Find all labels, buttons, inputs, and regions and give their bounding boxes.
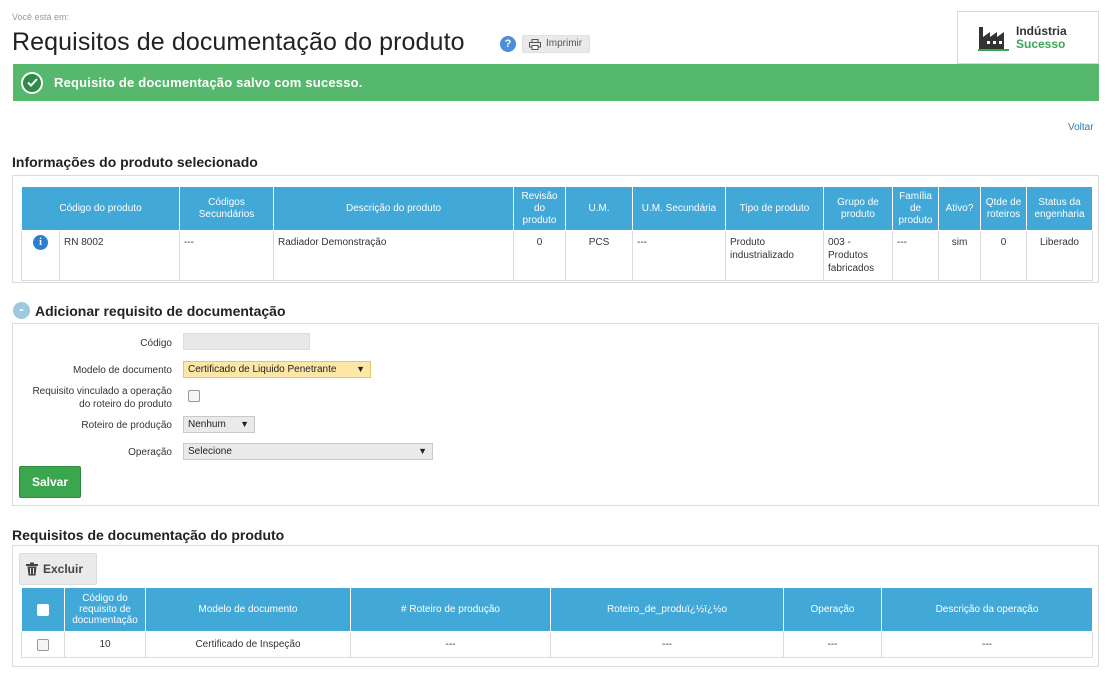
roteiro-select[interactable]: Nenhum ▼ <box>183 416 255 433</box>
cell-ativo: sim <box>938 230 982 281</box>
col-codigos-secundarios[interactable]: Códigos Secundários <box>179 186 275 231</box>
alert-message: Requisito de documentação salvo com suce… <box>54 75 363 90</box>
operacao-select[interactable]: Selecione ▼ <box>183 443 433 460</box>
cell-um-secundaria: --- <box>632 230 727 281</box>
col-um-secundaria[interactable]: U.M. Secundária <box>632 186 727 231</box>
save-button[interactable]: Salvar <box>19 466 81 498</box>
cell-codigos-secundarios: --- <box>179 230 275 281</box>
cell-num-roteiro: --- <box>350 631 551 658</box>
col-tipo-produto[interactable]: Tipo de produto <box>725 186 825 231</box>
breadcrumb: Você está em: <box>12 12 70 22</box>
select-all-checkbox[interactable] <box>37 603 49 616</box>
cell-codigo-requisito: 10 <box>64 631 146 658</box>
add-requirement-panel <box>12 323 1099 506</box>
printer-icon <box>529 38 541 50</box>
vinculado-label-line-1: Requisito vinculado a operação <box>32 386 172 397</box>
print-button[interactable]: Imprimir <box>522 35 591 53</box>
col-num-roteiro[interactable]: # Roteiro de produção <box>350 587 551 632</box>
print-label: Imprimir <box>546 38 583 49</box>
add-requirement-title: Adicionar requisito de documentação <box>35 303 286 319</box>
cell-operacao: --- <box>783 631 882 658</box>
col-status-engenharia[interactable]: Status da engenharia <box>1026 186 1094 231</box>
vinculado-label: Requisito vinculado a operação do roteir… <box>12 385 172 411</box>
requirements-table: Código do requisito de documentação Mode… <box>21 587 1093 658</box>
vinculado-label-line-2: do roteiro do produto <box>79 399 172 410</box>
col-um[interactable]: U.M. <box>565 186 634 231</box>
back-link[interactable]: Voltar <box>1068 122 1094 133</box>
col-familia-produto[interactable]: Família de produto <box>892 186 940 231</box>
cell-revisao: 0 <box>513 230 567 281</box>
logo-line-2: Sucesso <box>1016 36 1066 51</box>
info-icon[interactable]: i <box>33 235 48 250</box>
col-codigo-produto[interactable]: Código do produto <box>20 186 181 231</box>
col-operacao[interactable]: Operação <box>783 587 882 632</box>
col-codigo-requisito[interactable]: Código do requisito de documentação <box>64 587 146 632</box>
delete-label: Excluir <box>43 562 84 576</box>
product-info-title: Informações do produto selecionado <box>12 154 258 170</box>
table-row: i RN 8002 --- Radiador Demonstração 0 PC… <box>21 230 1094 281</box>
col-roteiro[interactable]: Roteiro_de_produï¿½ï¿½o <box>550 587 784 632</box>
collapse-icon[interactable]: - <box>13 302 30 319</box>
row-checkbox[interactable] <box>37 638 49 651</box>
col-descricao-produto[interactable]: Descrição do produto <box>273 186 515 231</box>
roteiro-value: Nenhum <box>188 419 226 430</box>
col-grupo-produto[interactable]: Grupo de produto <box>823 186 894 231</box>
operacao-value: Selecione <box>188 446 232 457</box>
cell-status: Liberado <box>1026 230 1094 281</box>
vinculado-checkbox[interactable] <box>188 390 200 402</box>
operacao-label: Operação <box>128 447 172 458</box>
roteiro-label: Roteiro de produção <box>81 420 172 431</box>
cell-roteiro: --- <box>550 631 784 658</box>
cell-grupo: 003 - Produtos fabricados <box>823 230 894 281</box>
product-info-panel: Código do produto Códigos Secundários De… <box>12 175 1099 283</box>
cell-um: PCS <box>565 230 634 281</box>
cell-descricao: Radiador Demonstração <box>273 230 515 281</box>
page-title: Requisitos de documentação do produto <box>12 28 465 56</box>
col-descricao-operacao[interactable]: Descrição da operação <box>881 587 1093 632</box>
logo-line-1: Indústria <box>1016 23 1067 38</box>
requirements-panel: Código do requisito de documentação Mode… <box>12 545 1099 667</box>
modelo-label: Modelo de documento <box>73 365 172 376</box>
delete-button[interactable]: Excluir <box>19 553 97 585</box>
cell-tipo: Produto industrializado <box>725 230 825 281</box>
table-row: 10 Certificado de Inspeção --- --- --- -… <box>21 631 1093 658</box>
cell-modelo: Certificado de Inspeção <box>145 631 351 658</box>
codigo-input[interactable] <box>183 333 310 350</box>
product-info-table: Código do produto Códigos Secundários De… <box>20 186 1094 281</box>
col-modelo-documento[interactable]: Modelo de documento <box>145 587 351 632</box>
caret-down-icon: ▼ <box>240 419 249 429</box>
col-ativo[interactable]: Ativo? <box>938 186 982 231</box>
trash-icon <box>26 562 38 576</box>
caret-down-icon: ▼ <box>356 364 365 374</box>
modelo-value: Certificado de Liquido Penetrante <box>188 364 337 375</box>
company-logo: Indústria Sucesso <box>957 11 1099 64</box>
col-revisao-produto[interactable]: Revisão do produto <box>513 186 567 231</box>
codigo-label: Código <box>140 338 172 349</box>
requirements-title: Requisitos de documentação do produto <box>12 527 285 543</box>
cell-descricao-operacao: --- <box>881 631 1093 658</box>
cell-qtde-roteiros: 0 <box>980 230 1028 281</box>
col-qtde-roteiros[interactable]: Qtde de roteiros <box>980 186 1028 231</box>
success-alert: Requisito de documentação salvo com suce… <box>13 64 1099 101</box>
modelo-select[interactable]: Certificado de Liquido Penetrante ▼ <box>183 361 371 378</box>
help-icon[interactable]: ? <box>500 36 516 52</box>
factory-icon <box>978 26 1009 51</box>
cell-familia: --- <box>892 230 940 281</box>
check-icon <box>21 71 43 94</box>
caret-down-icon: ▼ <box>418 446 427 456</box>
cell-codigo: RN 8002 <box>58 230 181 281</box>
